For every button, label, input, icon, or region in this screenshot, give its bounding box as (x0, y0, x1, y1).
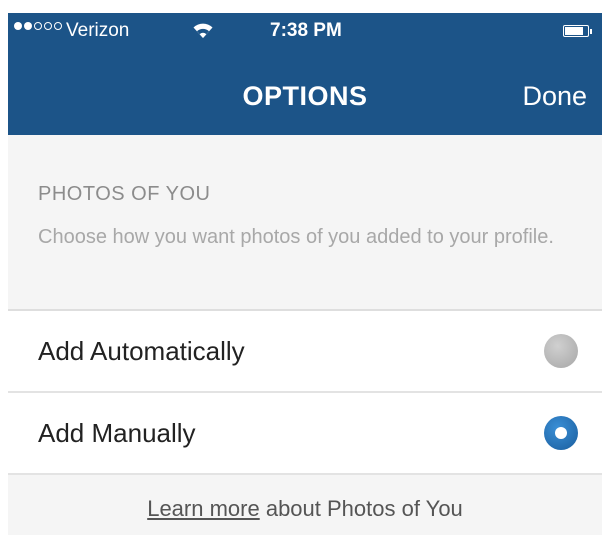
bezel-left (0, 0, 8, 535)
option-label: Add Automatically (38, 335, 245, 366)
option-add-automatically[interactable]: Add Automatically (8, 311, 602, 393)
bezel-top (0, 0, 602, 13)
page-title: OPTIONS (242, 81, 368, 111)
footer-text: about Photos of You (259, 496, 463, 521)
header: Verizon 7:38 PM OPTIONS Done (8, 13, 602, 135)
radio-unselected-icon[interactable] (544, 334, 578, 368)
screen: Verizon 7:38 PM OPTIONS Done PHOTOS OF Y… (0, 0, 602, 535)
section-header: PHOTOS OF YOU (38, 183, 211, 205)
battery-icon (563, 25, 592, 37)
learn-more-link[interactable]: Learn more (147, 496, 260, 521)
radio-selected-icon[interactable] (544, 416, 578, 450)
option-add-manually[interactable]: Add Manually (8, 393, 602, 475)
footer: Learn more about Photos of You (8, 496, 602, 522)
options-list: Add Automatically Add Manually (8, 309, 602, 475)
status-bar: Verizon 7:38 PM (8, 13, 602, 53)
done-button[interactable]: Done (522, 81, 587, 112)
option-label: Add Manually (38, 417, 196, 448)
carrier-name: Verizon (66, 20, 130, 41)
photos-of-you-section: PHOTOS OF YOU Choose how you want photos… (38, 183, 578, 252)
section-description: Choose how you want photos of you added … (38, 226, 554, 248)
signal-strength-icon (14, 22, 62, 30)
wifi-icon (192, 22, 214, 45)
status-time: 7:38 PM (270, 20, 342, 41)
